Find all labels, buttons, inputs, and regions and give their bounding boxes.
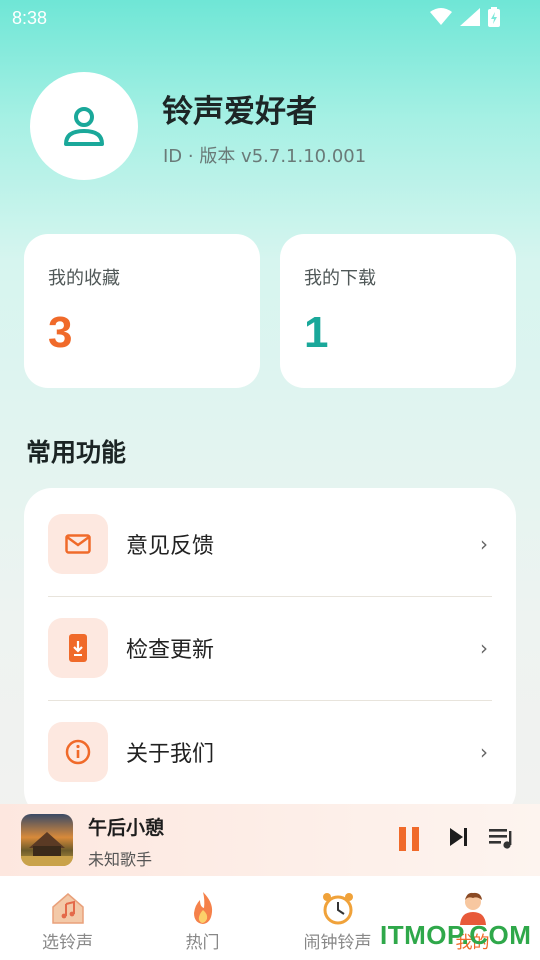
cabin-artwork-icon [21, 832, 73, 866]
chevron-right-icon: › [480, 740, 488, 764]
tab-hot[interactable]: 热门 [135, 876, 270, 960]
alarm-clock-icon [322, 893, 353, 925]
pause-icon [399, 827, 419, 851]
wifi-icon [430, 8, 452, 25]
chevron-right-icon: › [480, 532, 488, 556]
favorites-label: 我的收藏 [48, 268, 120, 289]
about-icon-box [48, 722, 108, 782]
tab-select-ringtone[interactable]: 选铃声 [0, 876, 135, 960]
battery-icon [488, 7, 500, 27]
house-music-icon [51, 893, 84, 924]
downloads-label: 我的下载 [304, 268, 376, 289]
skip-next-icon [450, 828, 467, 846]
playlist-button[interactable] [488, 826, 516, 850]
pause-button[interactable] [398, 826, 420, 852]
album-cover[interactable] [21, 814, 73, 866]
check-update-item[interactable]: 检查更新 › [48, 596, 492, 700]
functions-card: 意见反馈 › 检查更新 › 关于我们 › [24, 488, 516, 818]
chevron-right-icon: › [480, 636, 488, 660]
signal-icon [460, 8, 480, 26]
artist-name: 未知歌手 [88, 850, 153, 869]
user-id-version: ID · 版本 v5.7.1.10.001 [163, 146, 367, 167]
status-icons [430, 7, 500, 27]
downloads-count: 1 [304, 308, 329, 357]
tab-label: 热门 [185, 933, 220, 953]
feedback-label: 意见反馈 [126, 534, 215, 559]
phone-download-icon [69, 634, 87, 662]
downloads-card[interactable]: 我的下载 1 [280, 234, 516, 388]
song-title: 午后小憩 [88, 817, 165, 839]
check-update-label: 检查更新 [126, 638, 215, 663]
favorites-count: 3 [48, 308, 73, 357]
status-time: 8:38 [12, 8, 48, 28]
update-icon-box [48, 618, 108, 678]
tab-label: 选铃声 [42, 933, 93, 953]
mini-player[interactable]: 午后小憩 未知歌手 [0, 804, 540, 876]
playlist-icon [489, 829, 512, 849]
info-icon [65, 739, 91, 765]
mail-icon [65, 534, 91, 554]
username: 铃声爱好者 [162, 94, 317, 130]
status-bar: 8:38 [0, 0, 540, 36]
watermark: ITMOP.COM [380, 920, 532, 950]
about-us-label: 关于我们 [126, 742, 215, 767]
next-track-button[interactable] [449, 826, 469, 848]
feedback-item[interactable]: 意见反馈 › [48, 492, 492, 596]
avatar[interactable] [30, 72, 138, 180]
feedback-icon-box [48, 514, 108, 574]
user-icon [64, 107, 104, 146]
section-title: 常用功能 [26, 438, 127, 467]
flame-icon [193, 892, 212, 924]
about-us-item[interactable]: 关于我们 › [48, 700, 492, 804]
favorites-card[interactable]: 我的收藏 3 [24, 234, 260, 388]
